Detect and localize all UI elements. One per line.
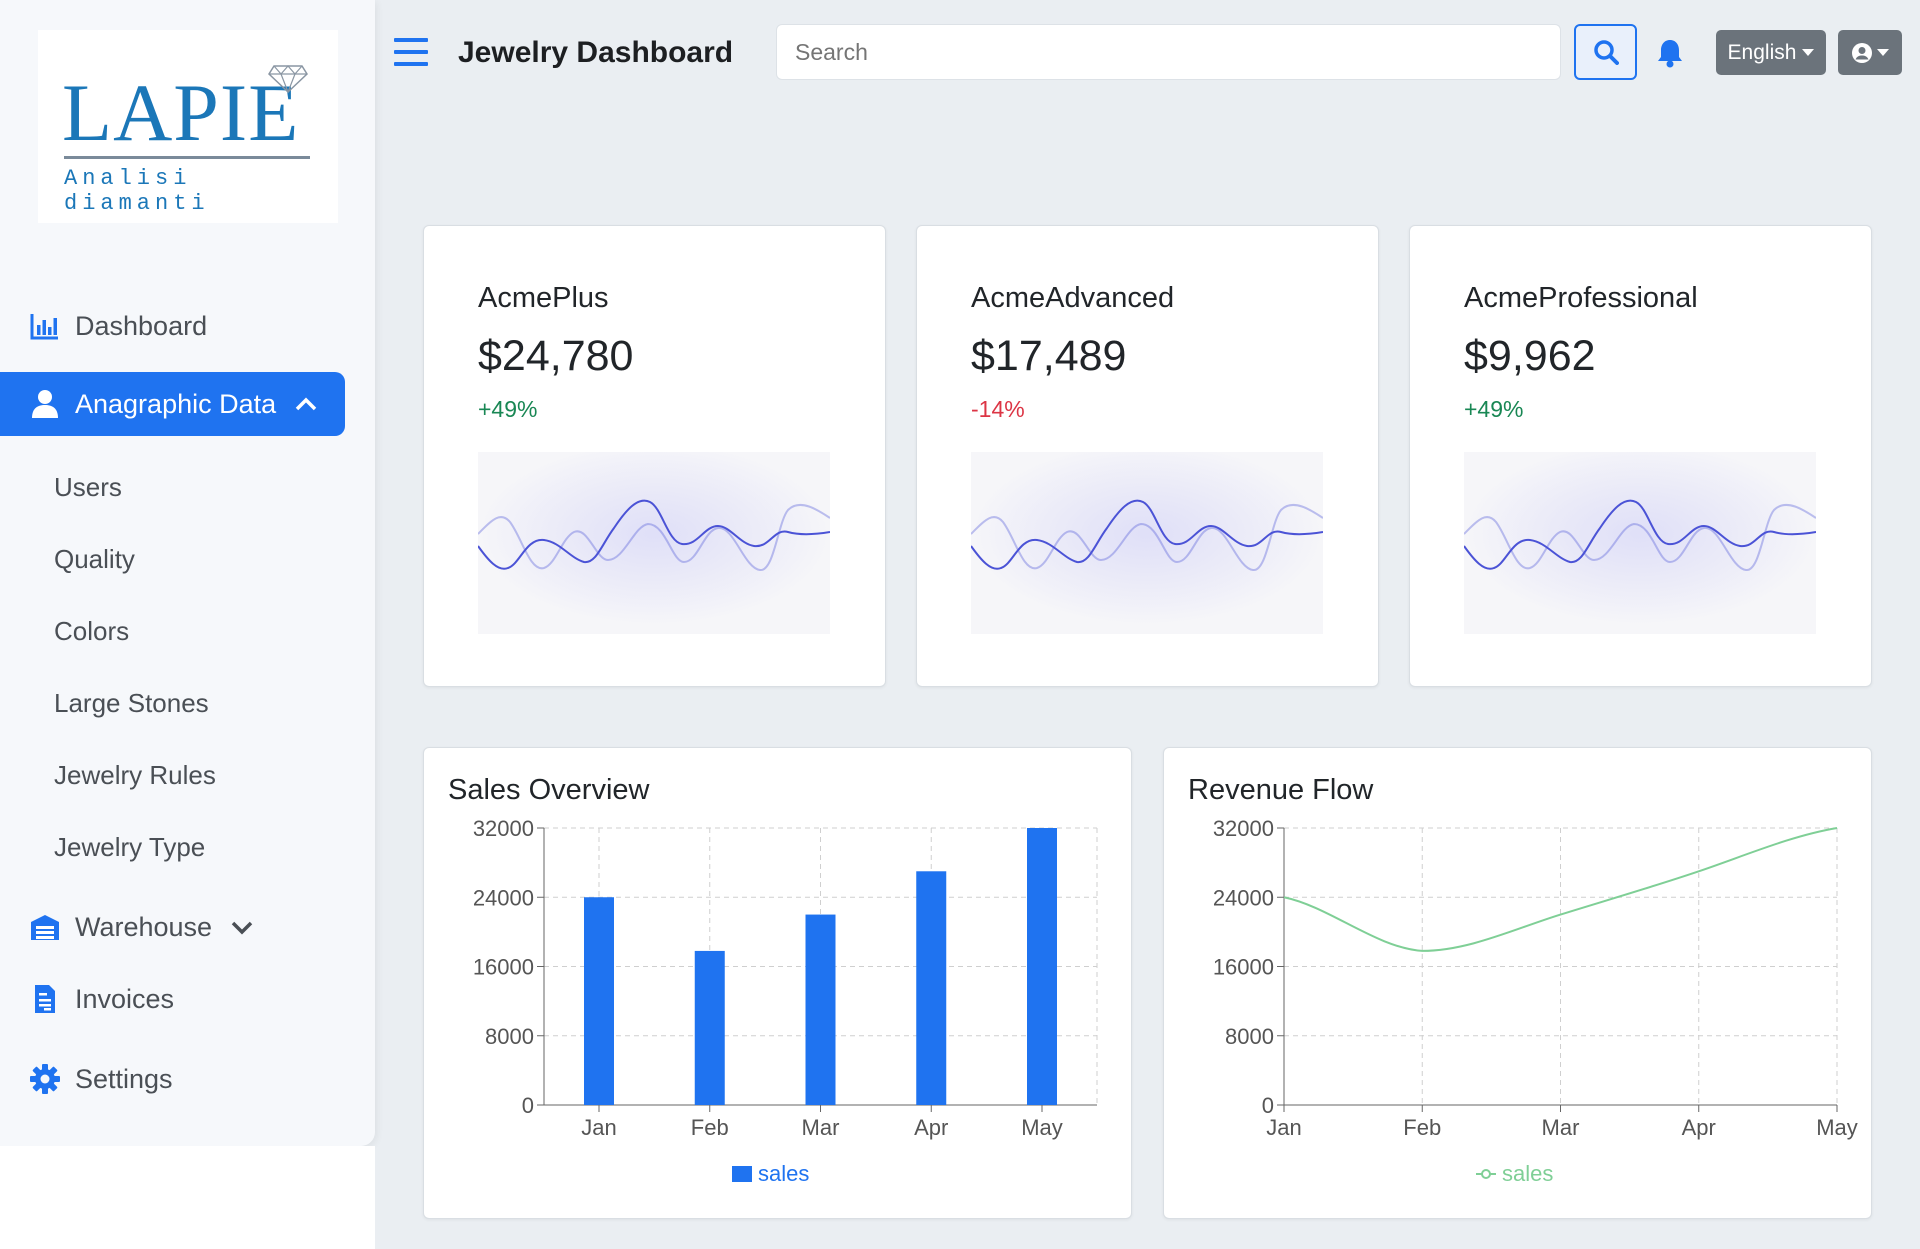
bell-icon[interactable] bbox=[1656, 38, 1684, 68]
chevron-down-icon bbox=[230, 919, 254, 935]
language-dropdown[interactable]: English bbox=[1716, 30, 1826, 75]
sidebar-item-label: Warehouse bbox=[75, 911, 213, 942]
diamond-icon bbox=[268, 65, 308, 94]
x-tick-label: Mar bbox=[1542, 1115, 1580, 1140]
sparkline-chart bbox=[1464, 452, 1816, 634]
stat-name: AcmeProfessional bbox=[1464, 282, 1698, 314]
sidebar-subitem-quality[interactable]: Quality bbox=[54, 544, 135, 575]
logo-word: LAPIE bbox=[62, 67, 300, 158]
legend-label: sales bbox=[758, 1161, 809, 1186]
x-tick-label: Apr bbox=[914, 1115, 948, 1140]
page-title: Jewelry Dashboard bbox=[458, 36, 734, 69]
user-icon bbox=[30, 389, 60, 419]
y-tick-label: 0 bbox=[522, 1093, 534, 1118]
stat-card-acmeplus: AcmePlus $24,780 +49% bbox=[423, 225, 886, 687]
bar-jan bbox=[584, 897, 614, 1105]
x-tick-label: Feb bbox=[691, 1115, 729, 1140]
sidebar-footer-space bbox=[0, 1146, 375, 1249]
y-tick-label: 16000 bbox=[473, 955, 534, 980]
sidebar-subitem-jewelry-type[interactable]: Jewelry Type bbox=[54, 832, 205, 863]
bar-may bbox=[1027, 828, 1057, 1105]
x-tick-label: Apr bbox=[1682, 1115, 1716, 1140]
x-tick-label: Mar bbox=[802, 1115, 840, 1140]
y-tick-label: 8000 bbox=[485, 1024, 534, 1049]
bar-apr bbox=[916, 871, 947, 1105]
x-tick-label: Jan bbox=[1266, 1115, 1301, 1140]
sales-overview-card: Sales Overview 0 8000 16000 24000 32000 Jan Fe… bbox=[423, 747, 1132, 1219]
caret-down-icon bbox=[1802, 49, 1815, 56]
sidebar-item-settings[interactable]: Settings bbox=[0, 1047, 345, 1111]
stat-change: -14% bbox=[971, 396, 1025, 422]
y-tick-label: 32000 bbox=[473, 816, 534, 841]
sidebar-subitem-jewelry-rules[interactable]: Jewelry Rules bbox=[54, 760, 216, 791]
hamburger-menu-icon[interactable] bbox=[394, 38, 428, 66]
sidebar: LAPIE Analisi diamanti Dashboard Anagrap… bbox=[0, 0, 375, 1146]
sidebar-subitem-users[interactable]: Users bbox=[54, 472, 122, 503]
sidebar-item-label: Dashboard bbox=[75, 310, 208, 341]
y-tick-label: 24000 bbox=[473, 885, 534, 910]
sidebar-item-anagraphic-data[interactable]: Anagraphic Data bbox=[0, 372, 345, 436]
sidebar-item-label: Anagraphic Data bbox=[75, 388, 277, 419]
search-icon bbox=[1593, 40, 1619, 65]
sidebar-subitem-colors[interactable]: Colors bbox=[54, 616, 129, 647]
stat-name: AcmeAdvanced bbox=[971, 282, 1175, 314]
revenue-flow-line-chart: 08000160002400032000Jan Feb Mar Apr Maysales bbox=[1213, 816, 1858, 1186]
stat-name: AcmePlus bbox=[478, 282, 609, 314]
y-tick-label: 16000 bbox=[1213, 955, 1274, 980]
sidebar-item-warehouse[interactable]: Warehouse bbox=[0, 895, 345, 959]
warehouse-icon bbox=[30, 912, 60, 942]
sidebar-item-label: Invoices bbox=[75, 983, 175, 1014]
revenue-flow-card: Revenue Flow 0 8000 16000 24000 32000 Jan Feb M… bbox=[1163, 747, 1872, 1219]
stat-value: $9,962 bbox=[1464, 332, 1596, 380]
sidebar-item-label: Settings bbox=[75, 1063, 173, 1094]
sidebar-item-dashboard[interactable]: Dashboard bbox=[0, 294, 345, 358]
x-tick-label: Feb bbox=[1403, 1115, 1441, 1140]
legend-swatch-marker bbox=[1481, 1169, 1491, 1179]
y-tick-label: 24000 bbox=[1213, 885, 1274, 910]
stat-change: +49% bbox=[478, 396, 538, 422]
sidebar-subitem-large-stones[interactable]: Large Stones bbox=[54, 688, 209, 719]
bar-chart-icon bbox=[30, 311, 60, 341]
invoice-icon bbox=[30, 984, 60, 1014]
stat-card-acmeadvanced: AcmeAdvanced $17,489 -14% bbox=[916, 225, 1379, 687]
y-tick-label: 8000 bbox=[1225, 1024, 1274, 1049]
search-button[interactable] bbox=[1574, 24, 1637, 80]
stat-change: +49% bbox=[1464, 396, 1524, 422]
legend-swatch bbox=[732, 1166, 752, 1182]
sidebar-item-invoices[interactable]: Invoices bbox=[0, 967, 345, 1031]
chevron-up-icon bbox=[294, 396, 318, 412]
search-input[interactable] bbox=[776, 24, 1561, 80]
gear-icon bbox=[30, 1064, 60, 1094]
x-tick-label: May bbox=[1816, 1115, 1858, 1140]
sparkline-chart bbox=[478, 452, 830, 634]
user-menu-button[interactable] bbox=[1838, 30, 1902, 75]
caret-down-icon bbox=[1877, 49, 1889, 56]
y-tick-label: 32000 bbox=[1213, 816, 1274, 841]
x-tick-label: Jan bbox=[581, 1115, 616, 1140]
logo-divider bbox=[64, 156, 310, 159]
stat-card-acmeprofessional: AcmeProfessional $9,962 +49% bbox=[1409, 225, 1872, 687]
language-label: English bbox=[1727, 40, 1797, 64]
logo-tagline: Analisi diamanti bbox=[64, 166, 210, 216]
logo: LAPIE Analisi diamanti bbox=[38, 30, 338, 223]
x-tick-label: May bbox=[1021, 1115, 1063, 1140]
sparkline-chart bbox=[971, 452, 1323, 634]
legend-label: sales bbox=[1502, 1161, 1553, 1186]
sales-overview-bar-chart: 0 8000 16000 24000 32000 Jan Feb Mar Apr May sales bbox=[473, 816, 1098, 1186]
bar-feb bbox=[694, 950, 725, 1105]
stat-value: $24,780 bbox=[478, 332, 634, 380]
bar-mar bbox=[805, 914, 836, 1105]
user-circle-icon bbox=[1852, 42, 1872, 63]
stat-value: $17,489 bbox=[971, 332, 1127, 380]
